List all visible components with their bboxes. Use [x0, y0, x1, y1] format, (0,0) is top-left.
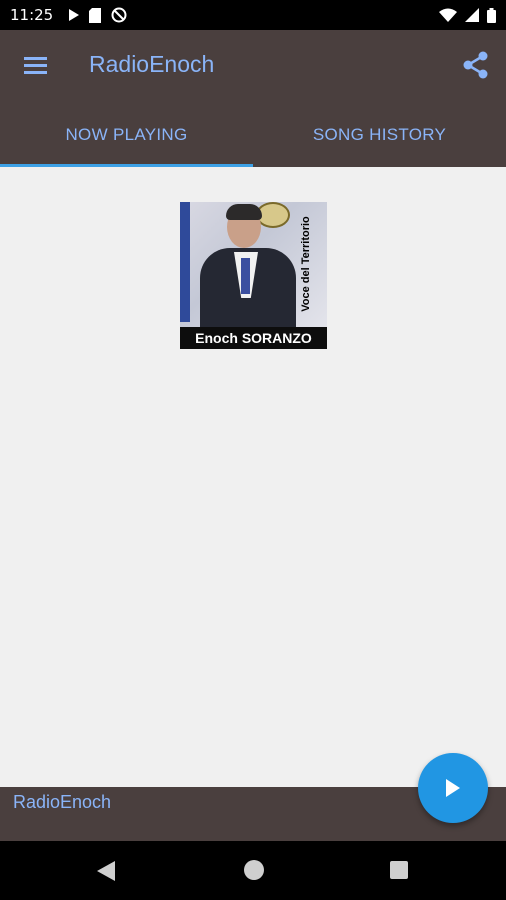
tab-bar: NOW PLAYING SONG HISTORY: [0, 102, 506, 167]
app-bar: RadioEnoch: [0, 30, 506, 102]
status-bar: 11:25: [0, 0, 506, 30]
tab-now-playing[interactable]: NOW PLAYING: [0, 102, 253, 167]
album-art-person-hair: [226, 204, 262, 220]
battery-icon: [487, 7, 496, 23]
play-icon: [69, 9, 80, 21]
no-sync-icon: [111, 7, 127, 23]
system-nav-bar: [0, 841, 506, 900]
recents-icon[interactable]: [390, 861, 408, 879]
tab-song-history-label: SONG HISTORY: [312, 124, 447, 144]
menu-icon: [24, 57, 47, 74]
play-button[interactable]: [418, 753, 488, 823]
share-button[interactable]: [462, 50, 490, 80]
menu-button[interactable]: [22, 52, 50, 80]
wifi-icon: [439, 8, 457, 22]
sd-card-icon: [89, 7, 102, 23]
status-time: 11:25: [10, 6, 54, 24]
now-playing-content: Voce del Territorio Enoch SORANZO: [0, 167, 506, 787]
back-icon[interactable]: [96, 860, 116, 882]
tab-song-history[interactable]: SONG HISTORY: [253, 102, 506, 167]
player-station-name: RadioEnoch: [13, 792, 112, 812]
status-icons-right: [439, 0, 496, 30]
app-title: RadioEnoch: [89, 51, 215, 77]
signal-icon: [465, 8, 479, 22]
share-icon: [463, 51, 488, 79]
album-art-name-banner: Enoch SORANZO: [180, 327, 327, 349]
status-icons-left: [69, 7, 127, 23]
album-art-flag: [180, 202, 190, 322]
album-art-person-tie: [241, 258, 250, 294]
tab-now-playing-label: NOW PLAYING: [65, 124, 188, 144]
play-icon: [446, 779, 460, 797]
album-art-side-caption: Voce del Territorio: [300, 216, 312, 312]
home-icon[interactable]: [244, 860, 264, 880]
album-art: Voce del Territorio Enoch SORANZO: [180, 202, 327, 349]
